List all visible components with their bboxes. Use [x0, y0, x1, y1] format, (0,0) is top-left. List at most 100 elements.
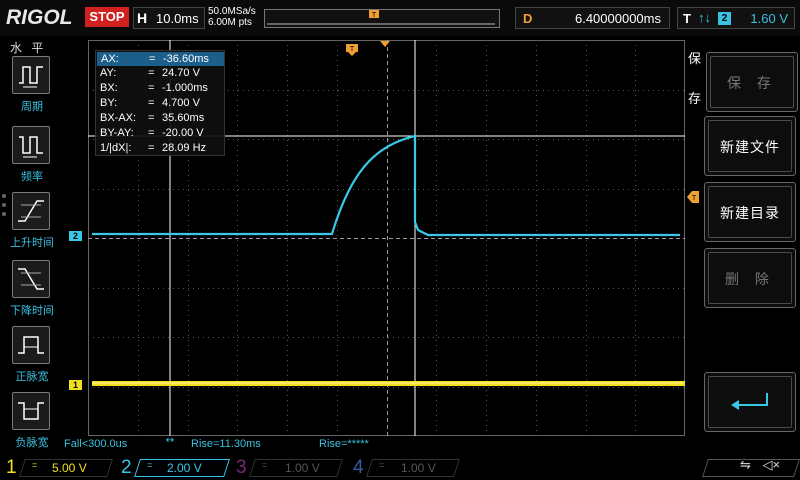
measure-key: BY-AY: [100, 127, 134, 139]
measure-frequency-item[interactable]: 频率 [6, 126, 58, 188]
return-arrow-icon [731, 393, 768, 410]
measure-row-bx-ax: BX-AX: = 35.60ms [96, 111, 226, 125]
ch4-scale: 1.00 V [401, 461, 436, 475]
delay-value: 6.40000000ms [574, 11, 661, 26]
delay-label: D [523, 11, 533, 26]
channel-2[interactable]: 2 = 2.00 V [115, 456, 230, 480]
top-status-bar: RIGOL STOP H 10.0ms 50.0MSa/s 6.00M pts … [0, 0, 800, 36]
ch3-number: 3 [236, 457, 247, 478]
measure-value: 28.09 Hz [162, 142, 207, 154]
positive-width-icon [12, 326, 50, 364]
fall-readout: Fall<300.0us [64, 438, 128, 450]
trigger-box[interactable]: T ↑↓ 2 1.60 V [677, 7, 795, 29]
new-file-button[interactable]: 新建文件 [704, 116, 796, 176]
trigger-marker-text: T [350, 46, 355, 53]
ch3-coupling-icon: = [262, 460, 268, 470]
timebase-value: 10.0ms [156, 11, 199, 26]
new-file-label: 新建文件 [720, 139, 780, 155]
usb-speaker-status: ⇋ ◁× [740, 457, 780, 473]
measure-value: 35.60ms [162, 112, 205, 124]
return-button[interactable] [704, 372, 796, 432]
measure-key: AY: [100, 67, 117, 79]
measure-eq: = [148, 142, 155, 154]
timebase-label: H [137, 10, 148, 26]
measure-rise-time-item[interactable]: 上升时间 [6, 192, 58, 254]
measure-value: 4.700 V [162, 97, 200, 109]
rise-time-icon [12, 192, 50, 230]
ch2-offset-marker[interactable]: 2 [69, 231, 82, 241]
measure-positive-width-item[interactable]: 正脉宽 [6, 326, 58, 388]
measure-row-ay: AY: = 24.70 V [96, 66, 226, 80]
save-menu: 保 存 保 存 新建文件 新建目录 删 除 [686, 36, 800, 456]
measure-negative-width-item[interactable]: 负脉宽 [6, 392, 58, 454]
trigger-label: T [683, 11, 691, 26]
rise-readout: Rise=11.30ms [191, 438, 261, 450]
save-button-label: 保 存 [727, 75, 777, 91]
ch3-scale: 1.00 V [285, 461, 320, 475]
ch2-number: 2 [121, 457, 132, 478]
memory-trigger-marker: T [372, 12, 377, 19]
memory-overview-strip[interactable]: T [264, 9, 500, 28]
measure-row-by-ay: BY-AY: = -20.00 V [96, 126, 226, 140]
rise-readout-2: Rise=***** [319, 438, 369, 450]
memory-depth: 6.00M pts [208, 17, 252, 28]
channel-4[interactable]: 4 = 1.00 V [345, 456, 460, 480]
channel-3[interactable]: 3 = 1.00 V [230, 456, 345, 480]
measure-key: AX: [101, 53, 119, 65]
measure-row-inv-dx: 1/|dX|: = 28.09 Hz [96, 141, 226, 155]
horizontal-delay-box[interactable]: D 6.40000000ms [515, 7, 670, 29]
ch1-offset-marker[interactable]: 1 [69, 380, 82, 390]
trigger-source: 2 [718, 12, 731, 25]
menu-title-char-2: 存 [688, 91, 702, 106]
menu-title-char-1: 保 [688, 51, 702, 66]
save-button[interactable]: 保 存 [706, 52, 798, 112]
measure-fall-time-item[interactable]: 下降时间 [6, 260, 58, 322]
new-folder-label: 新建目录 [720, 205, 780, 221]
new-folder-button[interactable]: 新建目录 [704, 182, 796, 242]
measure-period-item[interactable]: 周期 [6, 56, 58, 118]
fall-time-icon [12, 260, 50, 298]
ch4-number: 4 [353, 457, 364, 478]
measure-fall-time-label: 下降时间 [10, 305, 54, 317]
menu-title: 水 平 [10, 41, 47, 55]
speaker-muted-icon: ◁× [762, 457, 781, 472]
measure-readout-bar: Fall<300.0us Rise=11.30ms Rise=***** [64, 438, 684, 452]
ch1-scale: 5.00 V [52, 461, 87, 475]
brand-logo: RIGOL [6, 6, 73, 29]
timebase-box[interactable]: H 10.0ms [133, 7, 205, 29]
measure-value: 24.70 V [162, 67, 200, 79]
measure-menu: 水 平 周期 频率 上升时间 下降时间 正脉宽 负脉宽 [0, 36, 60, 456]
ch4-coupling-icon: = [379, 460, 385, 470]
channel-1[interactable]: 1 = 5.00 V [0, 456, 115, 480]
measure-rise-time-label: 上升时间 [10, 237, 54, 249]
trigger-edge-icon: ↑↓ [698, 10, 711, 25]
delete-button[interactable]: 删 除 [704, 248, 796, 308]
sample-rate: 50.0MSa/s [208, 6, 256, 17]
trigger-position-marker[interactable]: T [346, 43, 358, 56]
measure-negative-width-label: 负脉宽 [15, 437, 49, 449]
measure-frequency-label: 频率 [21, 171, 43, 183]
ch2-scale: 2.00 V [167, 461, 202, 475]
measure-eq: = [148, 82, 155, 94]
measure-row-by: BY: = 4.700 V [96, 96, 226, 110]
measure-row-ax[interactable]: AX: = -36.60ms [97, 52, 224, 66]
measure-eq: = [148, 67, 155, 79]
measure-key: BX-AX: [100, 112, 137, 124]
trigger-level: 1.60 V [750, 11, 788, 26]
measure-eq: = [149, 53, 156, 65]
measure-value: -20.00 V [162, 127, 204, 139]
measure-eq: = [148, 127, 155, 139]
measure-key: BX: [100, 82, 118, 94]
measure-positive-width-label: 正脉宽 [15, 371, 49, 383]
period-icon [12, 56, 50, 94]
measure-key: BY: [100, 97, 118, 109]
run-stop-status[interactable]: STOP [85, 7, 129, 27]
measure-value: -36.60ms [163, 53, 209, 65]
usb-icon: ⇋ [740, 457, 751, 472]
measure-value: -1.000ms [162, 82, 208, 94]
measure-period-label: 周期 [21, 101, 43, 113]
negative-width-icon [12, 392, 50, 430]
channel-bar: 1 = 5.00 V 2 = 2.00 V 3 = 1.00 V 4 = 1.0… [0, 456, 800, 480]
measure-eq: = [148, 112, 155, 124]
measure-key: 1/|dX|: [100, 142, 132, 154]
